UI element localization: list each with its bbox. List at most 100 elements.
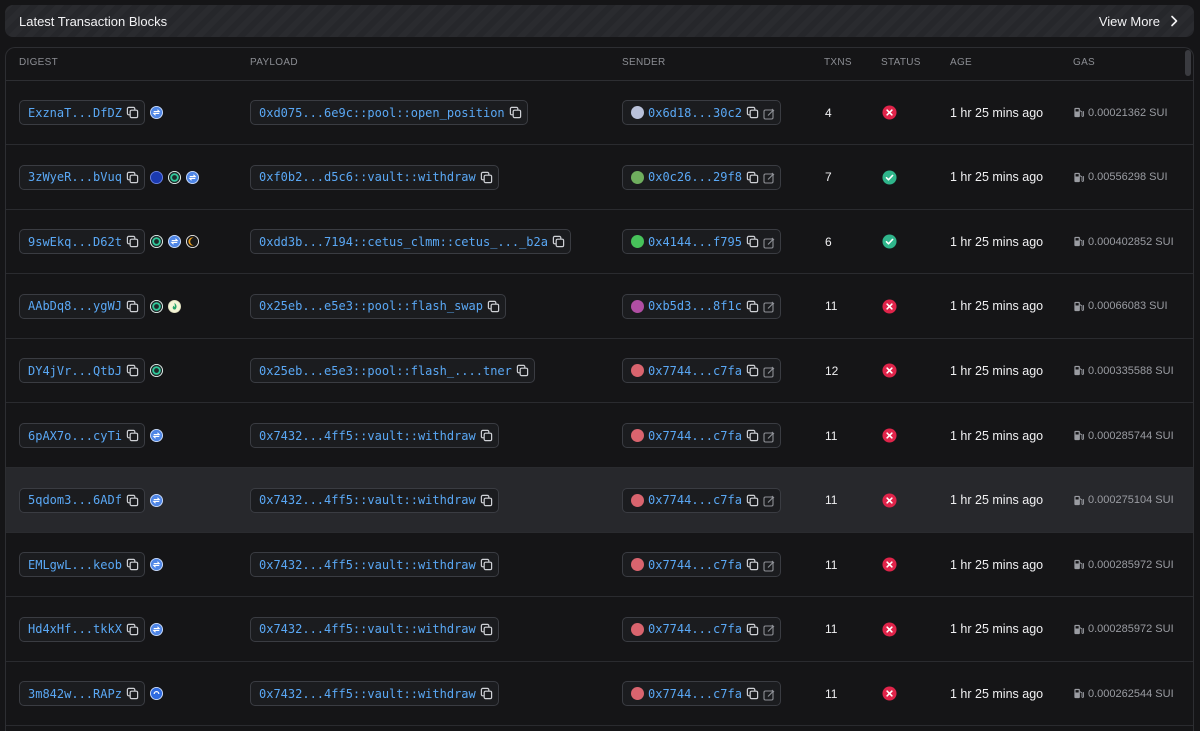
payload-chip[interactable]: 0x7432...4ff5::vault::withdraw (250, 616, 499, 642)
copy-icon[interactable] (126, 558, 139, 571)
digest-chip[interactable]: EMLgwL...keob (19, 552, 145, 578)
copy-icon[interactable] (480, 429, 493, 442)
digest-link[interactable]: Hd4xHf...tkkX (28, 622, 122, 636)
digest-chip[interactable]: 5qdom3...6ADf (19, 487, 145, 513)
payload-link[interactable]: 0x7432...4ff5::vault::withdraw (259, 493, 476, 507)
table-row[interactable]: ExznaT...DfDZ 0xd075...6e9c::pool::open_p… (6, 80, 1193, 145)
copy-icon[interactable] (746, 364, 759, 377)
digest-link[interactable]: EMLgwL...keob (28, 558, 122, 572)
sender-chip[interactable]: 0x7744...c7fa (622, 681, 781, 707)
payload-chip[interactable]: 0xdd3b...7194::cetus_clmm::cetus_..._b2a (250, 229, 571, 255)
payload-chip[interactable]: 0x7432...4ff5::vault::withdraw (250, 552, 499, 578)
copy-icon[interactable] (746, 235, 759, 248)
sender-link[interactable]: 0x7744...c7fa (648, 429, 742, 443)
sender-chip[interactable]: 0x6d18...30c2 (622, 100, 781, 125)
copy-icon[interactable] (746, 429, 759, 442)
payload-chip[interactable]: 0xf0b2...d5c6::vault::withdraw (250, 164, 499, 190)
digest-link[interactable]: AAbDq8...ygWJ (28, 299, 122, 313)
sender-chip[interactable]: 0x4144...f795 (622, 229, 781, 255)
payload-link[interactable]: 0x7432...4ff5::vault::withdraw (259, 622, 476, 636)
copy-icon[interactable] (126, 171, 139, 184)
payload-link[interactable]: 0x7432...4ff5::vault::withdraw (259, 429, 476, 443)
edit-icon[interactable] (763, 688, 775, 701)
copy-icon[interactable] (746, 623, 759, 636)
scrollbar-thumb[interactable] (1185, 50, 1191, 76)
copy-icon[interactable] (746, 106, 759, 119)
table-row[interactable]: EMLgwL...keob 0x7432...4ff5::vault::withd… (6, 532, 1193, 598)
table-row[interactable]: 3zWyeR...bVuq 0xf0b2...d5c6::vault::withd… (6, 145, 1193, 210)
digest-link[interactable]: DY4jVr...QtbJ (28, 364, 122, 378)
sender-link[interactable]: 0xb5d3...8f1c (648, 299, 742, 313)
copy-icon[interactable] (552, 235, 565, 248)
digest-link[interactable]: 9swEkq...D62t (28, 235, 122, 249)
view-more-button[interactable]: View More (1099, 14, 1180, 29)
sender-link[interactable]: 0x4144...f795 (648, 235, 742, 249)
digest-chip[interactable]: 3m842w...RAPz (19, 681, 145, 707)
edit-icon[interactable] (763, 494, 775, 507)
copy-icon[interactable] (516, 364, 529, 377)
copy-icon[interactable] (480, 623, 493, 636)
payload-chip[interactable]: 0x7432...4ff5::vault::withdraw (250, 423, 499, 448)
table-row[interactable]: 5qdom3...6ADf 0x7432...4ff5::vault::withd… (6, 467, 1193, 533)
digest-chip[interactable]: 3zWyeR...bVuq (19, 164, 145, 190)
edit-icon[interactable] (763, 236, 775, 249)
sender-link[interactable]: 0x0c26...29f8 (648, 170, 742, 184)
payload-chip[interactable]: 0x25eb...e5e3::pool::flash_swap (250, 293, 506, 319)
edit-icon[interactable] (763, 623, 775, 636)
copy-icon[interactable] (126, 106, 139, 119)
sender-chip[interactable]: 0xb5d3...8f1c (622, 293, 781, 319)
edit-icon[interactable] (763, 559, 775, 572)
digest-link[interactable]: 3m842w...RAPz (28, 687, 122, 701)
copy-icon[interactable] (126, 429, 139, 442)
payload-chip[interactable]: 0x7432...4ff5::vault::withdraw (250, 681, 499, 707)
payload-chip[interactable]: 0x7432...4ff5::vault::withdraw (250, 487, 499, 513)
edit-icon[interactable] (763, 430, 775, 443)
table-row[interactable]: 6pAX7o...cyTi 0x7432...4ff5::vault::withd… (6, 403, 1193, 468)
payload-chip[interactable]: 0x25eb...e5e3::pool::flash_....tner (250, 358, 535, 384)
copy-icon[interactable] (746, 300, 759, 313)
payload-link[interactable]: 0x7432...4ff5::vault::withdraw (259, 687, 476, 701)
sender-link[interactable]: 0x7744...c7fa (648, 558, 742, 572)
sender-chip[interactable]: 0x0c26...29f8 (622, 164, 781, 190)
edit-icon[interactable] (763, 365, 775, 378)
payload-link[interactable]: 0x25eb...e5e3::pool::flash_....tner (259, 364, 512, 378)
sender-chip[interactable]: 0x7744...c7fa (622, 552, 781, 578)
copy-icon[interactable] (746, 171, 759, 184)
copy-icon[interactable] (480, 171, 493, 184)
digest-chip[interactable]: DY4jVr...QtbJ (19, 358, 145, 384)
copy-icon[interactable] (126, 494, 139, 507)
digest-link[interactable]: 3zWyeR...bVuq (28, 170, 122, 184)
payload-link[interactable]: 0x25eb...e5e3::pool::flash_swap (259, 299, 483, 313)
copy-icon[interactable] (746, 687, 759, 700)
copy-icon[interactable] (480, 558, 493, 571)
digest-chip[interactable]: 9swEkq...D62t (19, 229, 145, 255)
edit-icon[interactable] (763, 171, 775, 184)
sender-chip[interactable]: 0x7744...c7fa (622, 423, 781, 448)
copy-icon[interactable] (126, 364, 139, 377)
table-row[interactable]: DY4jVr...QtbJ 0x25eb...e5e3::pool::flash_… (6, 338, 1193, 404)
copy-icon[interactable] (126, 623, 139, 636)
digest-link[interactable]: 5qdom3...6ADf (28, 493, 122, 507)
sender-link[interactable]: 0x7744...c7fa (648, 687, 742, 701)
copy-icon[interactable] (746, 558, 759, 571)
digest-chip[interactable]: Hd4xHf...tkkX (19, 616, 145, 642)
sender-link[interactable]: 0x7744...c7fa (648, 622, 742, 636)
sender-link[interactable]: 0x6d18...30c2 (648, 106, 742, 120)
copy-icon[interactable] (126, 300, 139, 313)
digest-chip[interactable]: ExznaT...DfDZ (19, 100, 145, 125)
digest-link[interactable]: 6pAX7o...cyTi (28, 429, 122, 443)
payload-link[interactable]: 0xdd3b...7194::cetus_clmm::cetus_..._b2a (259, 235, 548, 249)
sender-link[interactable]: 0x7744...c7fa (648, 364, 742, 378)
sender-chip[interactable]: 0x7744...c7fa (622, 616, 781, 642)
sender-chip[interactable]: 0x7744...c7fa (622, 358, 781, 384)
copy-icon[interactable] (126, 235, 139, 248)
digest-link[interactable]: ExznaT...DfDZ (28, 106, 122, 120)
table-row[interactable]: Hd4xHf...tkkX 0x7432...4ff5::vault::withd… (6, 597, 1193, 662)
table-row[interactable]: 9swEkq...D62t 0xdd3b...7194::cetus_clmm::… (6, 209, 1193, 275)
payload-link[interactable]: 0x7432...4ff5::vault::withdraw (259, 558, 476, 572)
table-row[interactable]: AAbDq8...ygWJ 0x25eb...e5e3::pool::flash_… (6, 274, 1193, 339)
edit-icon[interactable] (763, 107, 775, 120)
table-row[interactable]: 3m842w...RAPz 0x7432...4ff5::vault::withd… (6, 661, 1193, 727)
copy-icon[interactable] (480, 494, 493, 507)
digest-chip[interactable]: AAbDq8...ygWJ (19, 293, 145, 319)
